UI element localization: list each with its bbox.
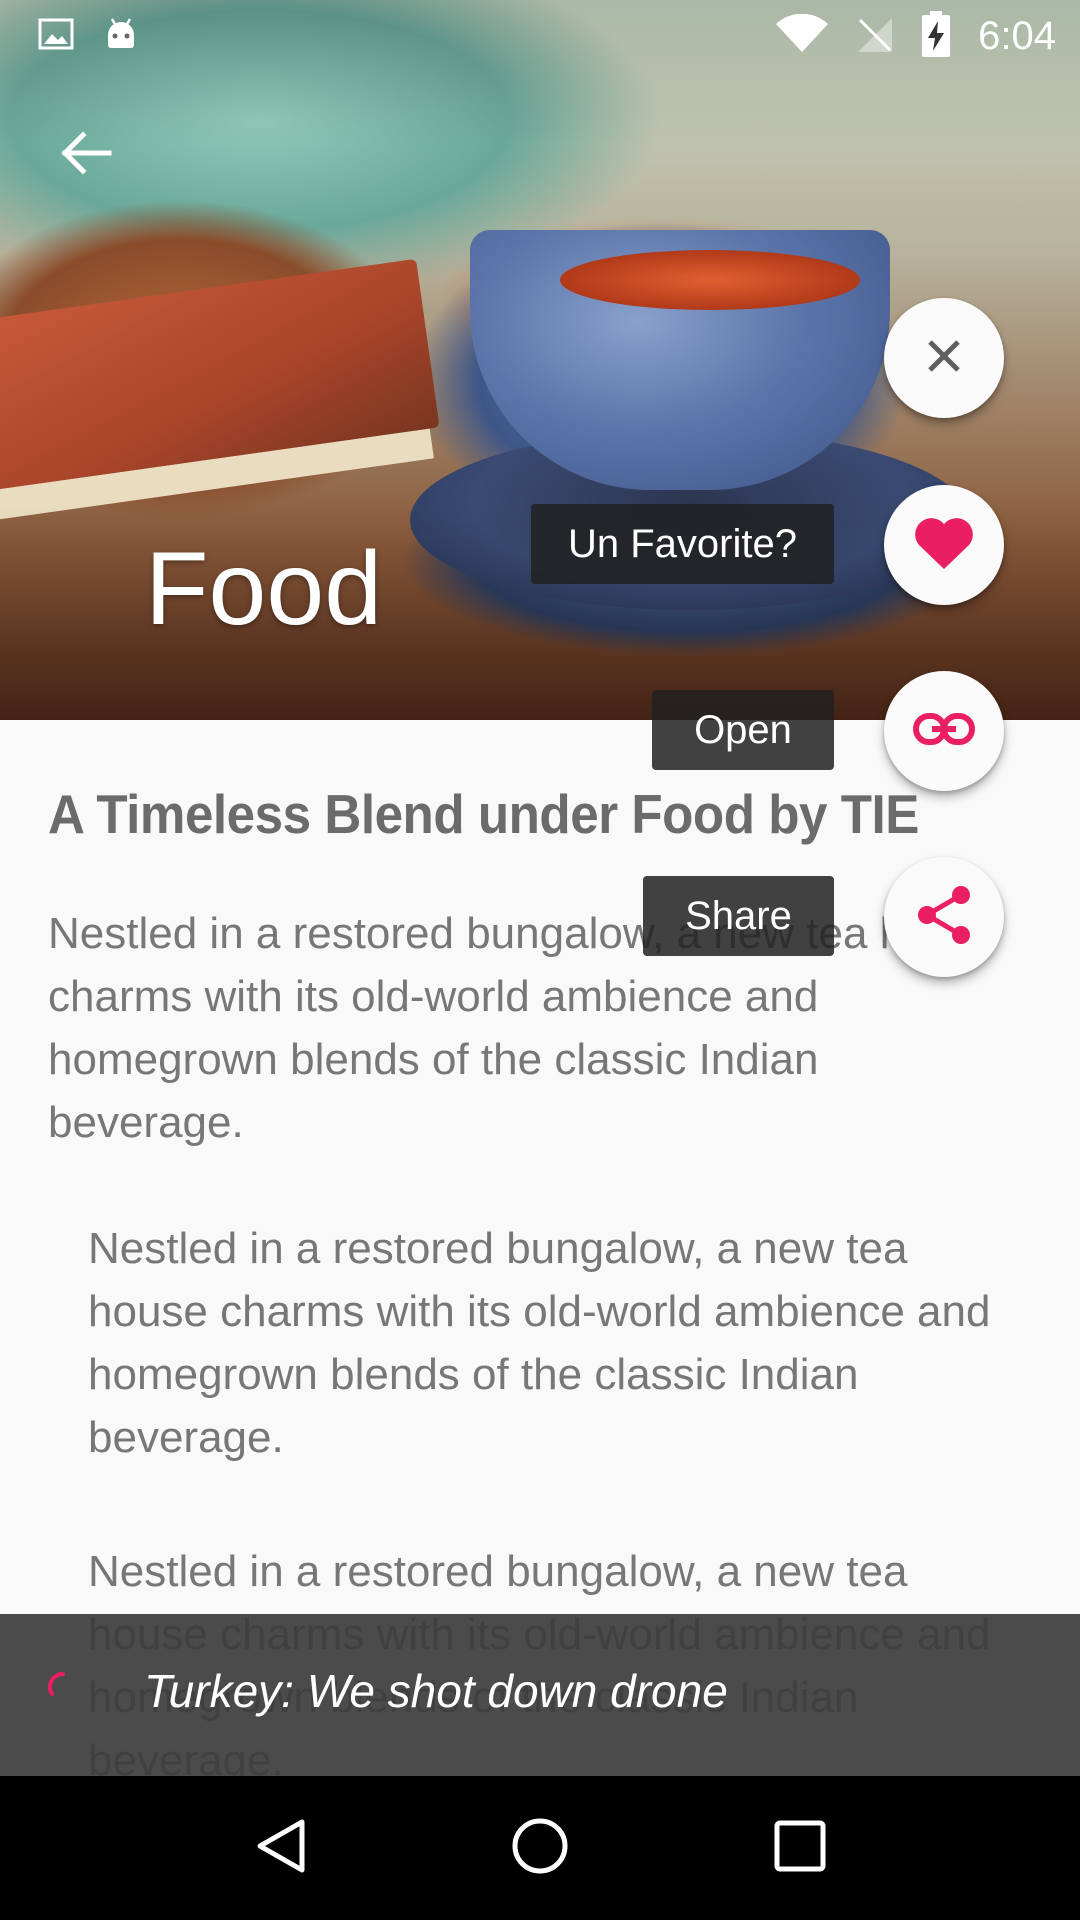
android-notification-icon <box>102 15 140 58</box>
ticker-text: Turkey: We shot down drone <box>144 1665 728 1717</box>
nav-back-button[interactable] <box>235 1803 325 1893</box>
navigation-bar <box>0 1776 1080 1920</box>
article-paragraph: Nestled in a restored bungalow, a new te… <box>88 1224 991 1462</box>
article: A Timeless Blend under Food by TIE Nestl… <box>48 770 1028 1469</box>
back-triangle-icon <box>252 1816 308 1881</box>
nav-recents-button[interactable] <box>755 1803 845 1893</box>
loading-spinner-icon <box>46 1670 80 1704</box>
image-notification-icon <box>38 16 74 57</box>
share-label[interactable]: Share <box>643 876 834 956</box>
article-paragraph: Nestled in a restored bungalow, a new te… <box>48 909 1000 1147</box>
news-ticker[interactable]: Turkey: We shot down drone <box>0 1614 1080 1776</box>
open-label[interactable]: Open <box>652 690 834 770</box>
close-fab-button[interactable] <box>884 298 1004 418</box>
recents-square-icon <box>773 1819 827 1878</box>
share-icon <box>915 885 973 950</box>
home-circle-icon <box>510 1816 570 1881</box>
wifi-icon <box>776 13 829 59</box>
arrow-back-icon <box>57 129 113 182</box>
back-button[interactable] <box>50 120 120 190</box>
close-icon <box>924 336 964 381</box>
article-body: Nestled in a restored bungalow, a new te… <box>48 902 1028 1469</box>
nav-home-button[interactable] <box>495 1803 585 1893</box>
open-link-button[interactable] <box>884 671 1004 791</box>
page-title: Food <box>145 531 383 647</box>
share-button[interactable] <box>884 857 1004 977</box>
heart-icon <box>913 515 975 576</box>
status-time: 6:04 <box>978 13 1056 58</box>
battery-charging-icon <box>922 10 951 62</box>
link-icon <box>912 711 976 752</box>
unfavorite-label[interactable]: Un Favorite? <box>531 504 834 584</box>
no-signal-icon <box>856 14 894 59</box>
article-title: A Timeless Blend under Food by TIE <box>48 783 919 845</box>
unfavorite-button[interactable] <box>884 485 1004 605</box>
status-bar: 6:04 <box>0 0 1080 72</box>
